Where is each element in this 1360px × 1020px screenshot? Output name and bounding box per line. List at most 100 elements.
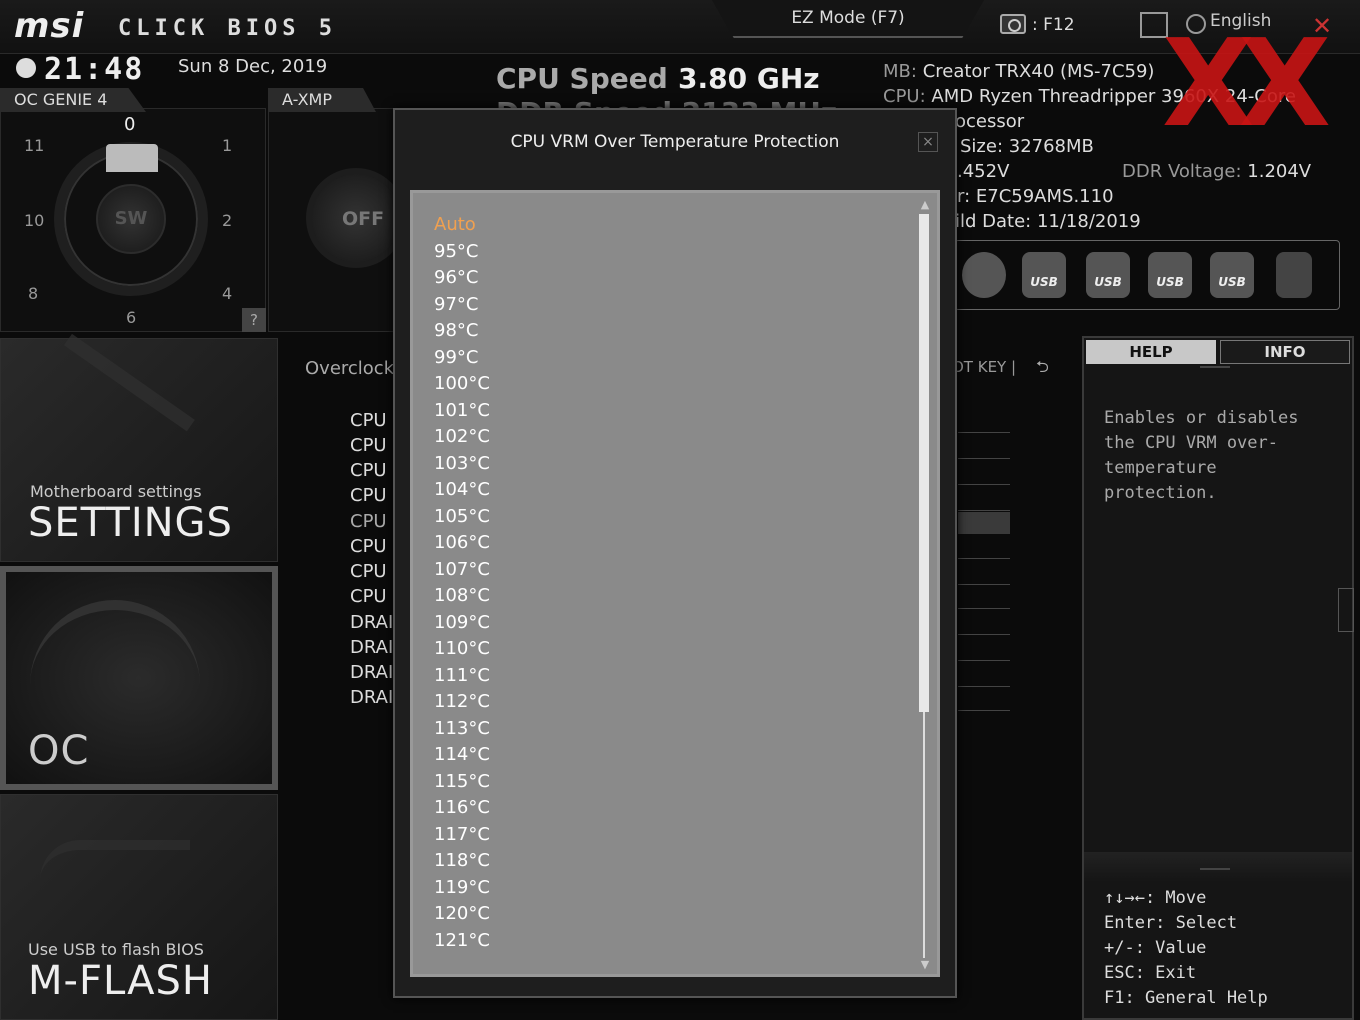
option-item[interactable]: 109°C — [434, 610, 490, 637]
info-voltage: .452V — [957, 161, 1010, 182]
row-divider — [958, 686, 1010, 687]
row-divider — [958, 634, 1010, 635]
key-legend-item: ↑↓→←: Move — [1104, 888, 1207, 908]
dial-number: 6 — [126, 308, 137, 327]
tab-info[interactable]: INFO — [1220, 340, 1350, 364]
ez-mode-label[interactable]: EZ Mode (F7) — [712, 8, 984, 28]
option-item[interactable]: 112°C — [434, 689, 490, 716]
setting-row[interactable]: CPU — [350, 536, 387, 557]
clock-icon — [16, 58, 36, 78]
setting-row[interactable]: CPU — [350, 460, 387, 481]
disc-icon[interactable] — [962, 252, 1006, 298]
tab-help[interactable]: HELP — [1086, 340, 1216, 364]
setting-row[interactable]: CPU — [350, 435, 387, 456]
screenshot-key-label: : F12 — [1032, 15, 1075, 35]
option-item[interactable]: 97°C — [434, 292, 490, 319]
help-scroll-down[interactable] — [1200, 856, 1230, 870]
option-item[interactable]: 121°C — [434, 928, 490, 955]
option-item[interactable]: 119°C — [434, 875, 490, 902]
option-item[interactable]: 115°C — [434, 769, 490, 796]
camera-icon[interactable] — [1000, 14, 1026, 34]
dialog-close-button[interactable]: × — [918, 132, 938, 152]
row-divider — [958, 710, 1010, 711]
cpu-speed-label: CPU Speed — [496, 62, 668, 95]
row-divider — [958, 458, 1010, 459]
option-item[interactable]: 102°C — [434, 424, 490, 451]
option-list: Auto 95°C 96°C 97°C 98°C 99°C 100°C 101°C 102°C 1… — [434, 212, 490, 954]
hotkey-label[interactable]: OT KEY | — [952, 358, 1016, 376]
setting-row[interactable]: CPU — [350, 485, 387, 506]
nav-oc-title[interactable]: OC — [28, 728, 89, 774]
row-divider — [958, 432, 1010, 433]
option-item[interactable]: 101°C — [434, 398, 490, 425]
setting-row[interactable]: CPU — [350, 511, 387, 532]
option-item[interactable]: 116°C — [434, 795, 490, 822]
nav-settings-title[interactable]: SETTINGS — [28, 500, 233, 546]
dial-number: 8 — [28, 284, 39, 303]
dial-number: 11 — [24, 136, 45, 155]
setting-row[interactable]: CPU — [350, 410, 387, 431]
help-scroll-up[interactable] — [1200, 366, 1230, 380]
option-item[interactable]: 114°C — [434, 742, 490, 769]
oc-genie-tab[interactable]: OC GENIE 4 — [0, 88, 146, 112]
usb-icon — [40, 840, 190, 920]
option-item[interactable]: 99°C — [434, 345, 490, 372]
undo-icon[interactable]: ⮌ — [1036, 356, 1049, 383]
key-legend-item: Enter: Select — [1104, 913, 1238, 933]
option-item[interactable]: 96°C — [434, 265, 490, 292]
option-item[interactable]: 107°C — [434, 557, 490, 584]
option-item[interactable]: 106°C — [434, 530, 490, 557]
option-item[interactable]: 104°C — [434, 477, 490, 504]
row-divider — [958, 510, 1010, 511]
option-item[interactable]: 108°C — [434, 583, 490, 610]
usb-drive-icon[interactable]: USB — [1022, 252, 1066, 298]
row-divider — [958, 660, 1010, 661]
option-item[interactable]: 105°C — [434, 504, 490, 531]
scroll-up-arrow[interactable]: ▲ — [918, 198, 932, 212]
option-item[interactable]: 120°C — [434, 901, 490, 928]
setting-row[interactable]: DRAI — [350, 637, 393, 658]
scrollbar-track[interactable] — [923, 712, 925, 958]
option-item[interactable]: Auto — [434, 212, 490, 239]
setting-row[interactable]: CPU — [350, 561, 387, 582]
clock-date: Sun 8 Dec, 2019 — [178, 56, 328, 77]
msi-logo: msi — [14, 6, 85, 46]
nav-mflash-title[interactable]: M-FLASH — [28, 958, 213, 1004]
section-label: Overclock — [305, 358, 395, 379]
scrollbar-thumb[interactable] — [919, 214, 929, 712]
click-bios-logo: CLICK BIOS 5 — [118, 16, 337, 41]
row-highlight — [958, 512, 1010, 534]
option-item[interactable]: 100°C — [434, 371, 490, 398]
row-divider — [958, 584, 1010, 585]
panel-drag-handle[interactable] — [1338, 588, 1354, 632]
scroll-down-arrow[interactable]: ▼ — [918, 958, 932, 972]
option-item[interactable]: 111°C — [434, 663, 490, 690]
usb-drive-icon[interactable]: USB — [1148, 252, 1192, 298]
row-divider — [958, 608, 1010, 609]
dialog-title: CPU VRM Over Temperature Protection — [510, 132, 840, 152]
option-item[interactable]: 103°C — [434, 451, 490, 478]
cpu-speed-value: 3.80 GHz — [678, 62, 820, 95]
info-line: ocessor — [955, 111, 1025, 132]
setting-row[interactable]: DRAI — [350, 662, 393, 683]
option-item[interactable]: 117°C — [434, 822, 490, 849]
nav-settings-subtitle: Motherboard settings — [30, 482, 202, 501]
option-item[interactable]: 113°C — [434, 716, 490, 743]
row-divider — [958, 484, 1010, 485]
option-item[interactable]: 118°C — [434, 848, 490, 875]
option-item[interactable]: 95°C — [434, 239, 490, 266]
setting-row[interactable]: DRAI — [350, 612, 393, 633]
option-item[interactable]: 110°C — [434, 636, 490, 663]
help-icon[interactable]: ? — [242, 308, 266, 332]
axmp-tab[interactable]: A-XMP — [268, 88, 376, 112]
setting-row[interactable]: CPU — [350, 586, 387, 607]
setting-row[interactable]: DRAI — [350, 687, 393, 708]
info-mb: MB: Creator TRX40 (MS-7C59) — [883, 61, 1155, 82]
usb-drive-icon[interactable]: USB — [1086, 252, 1130, 298]
option-item[interactable]: 98°C — [434, 318, 490, 345]
network-icon[interactable] — [1276, 252, 1312, 298]
nav-mflash-subtitle: Use USB to flash BIOS — [28, 940, 204, 959]
usb-drive-icon[interactable]: USB — [1210, 252, 1254, 298]
dial-pointer — [106, 144, 158, 172]
key-legend-item: +/-: Value — [1104, 938, 1207, 958]
